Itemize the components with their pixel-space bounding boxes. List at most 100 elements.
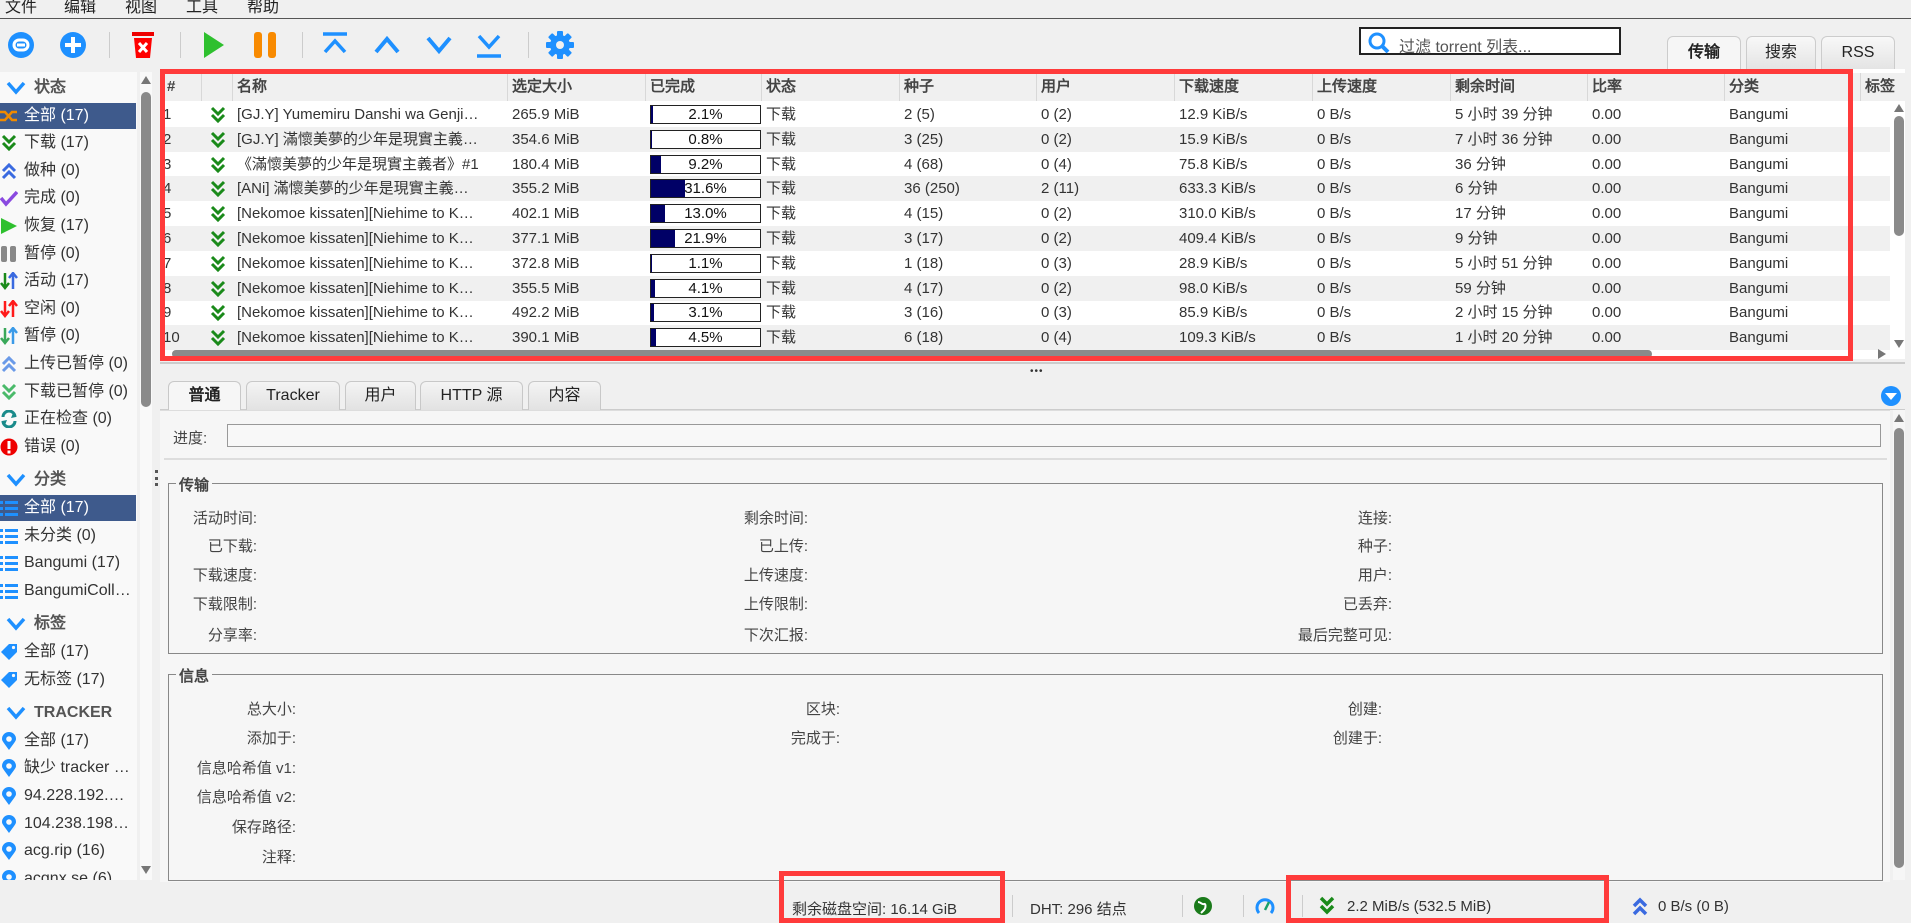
col-size-header[interactable]: 选定大小 xyxy=(508,73,646,101)
col-tags-header[interactable]: 标签 xyxy=(1861,73,1905,101)
sidebar-status-item-5[interactable]: 暂停 (0) xyxy=(0,241,136,267)
col-ratio-cell: 0.00 xyxy=(1592,130,1622,148)
settings-icon[interactable] xyxy=(545,30,575,60)
col-number-header[interactable]: # xyxy=(163,73,202,101)
move-up-icon[interactable] xyxy=(372,30,402,60)
sidebar-tag-item-1[interactable]: 无标签 (17) xyxy=(0,667,136,693)
add-link-icon[interactable] xyxy=(6,30,36,60)
sidebar-status-item-7[interactable]: 空闲 (0) xyxy=(0,296,136,322)
scroll-down-icon[interactable] xyxy=(1894,340,1904,348)
table-row[interactable]: 4 [ANi] 滿懷美夢的少年是現實主義… 355.2 MiB 31.6% 下载 36 (… xyxy=(160,176,1890,202)
sidebar-tracker-item-2[interactable]: 94.228.192.… xyxy=(0,783,136,809)
menu-file[interactable]: 文件 xyxy=(5,0,37,16)
sidebar-tracker-item-0[interactable]: 全部 (17) xyxy=(0,728,136,754)
scroll-right-icon[interactable] xyxy=(1878,349,1886,359)
sidebar-tracker-item-5[interactable]: acgnx.se (6) xyxy=(0,866,136,880)
col-status-header[interactable]: 状态 xyxy=(762,73,900,101)
sidebar-status-item-0[interactable]: 全部 (17) xyxy=(0,102,136,129)
sidebar-tracker-item-4[interactable]: acg.rip (16) xyxy=(0,838,136,864)
sidebar-status-item-1[interactable]: 下载 (17) xyxy=(0,130,136,156)
table-row[interactable]: 6 [Nekomoe kissaten][Niehime to K… 377.1 M… xyxy=(160,226,1890,251)
sidebar-status-item-10[interactable]: 下载已暂停 (0) xyxy=(0,379,136,405)
pause-icon[interactable] xyxy=(250,30,280,60)
table-row[interactable]: 9 [Nekomoe kissaten][Niehime to K… 492.2 M… xyxy=(160,300,1890,325)
sidebar-scroll-thumb[interactable] xyxy=(141,92,151,407)
delete-icon[interactable] xyxy=(128,30,158,60)
sidebar-tracker-item-3[interactable]: 104.238.198… xyxy=(0,811,136,837)
tab-content[interactable]: 内容 xyxy=(528,381,601,410)
table-row[interactable]: 7 [Nekomoe kissaten][Niehime to K… 372.8 M… xyxy=(160,251,1890,276)
tab-transfers[interactable]: 传输 xyxy=(1667,36,1741,69)
table-row[interactable]: 8 [Nekomoe kissaten][Niehime to K… 355.5 M… xyxy=(160,275,1890,301)
col-peers-header[interactable]: 用户 xyxy=(1037,73,1175,101)
speed-limit-icon[interactable] xyxy=(1255,896,1275,916)
sidebar-status-item-8[interactable]: 暂停 (0) xyxy=(0,323,136,349)
table-row[interactable]: 10 [Nekomoe kissaten][Niehime to K… 390.1 … xyxy=(160,325,1890,351)
move-down-icon[interactable] xyxy=(424,30,454,60)
scroll-up-icon[interactable] xyxy=(1894,414,1904,422)
sidebar-category-item-1[interactable]: 未分类 (0) xyxy=(0,523,136,549)
move-bottom-icon[interactable] xyxy=(474,30,504,60)
move-top-icon[interactable] xyxy=(320,30,350,60)
all-icon xyxy=(0,110,17,121)
col-ratio-header[interactable]: 比率 xyxy=(1588,73,1725,101)
col-name-header[interactable]: 名称 xyxy=(233,73,508,101)
sidebar-status-item-3[interactable]: 完成 (0) xyxy=(0,185,136,211)
sidebar-tag-item-0[interactable]: 全部 (17) xyxy=(0,639,136,665)
detail-scroll-thumb[interactable] xyxy=(1894,428,1904,868)
sidebar-category-item-2[interactable]: Bangumi (17) xyxy=(0,550,136,576)
tab-http-sources[interactable]: HTTP 源 xyxy=(420,381,523,410)
menu-edit[interactable]: 编辑 xyxy=(64,0,96,16)
status-section-header[interactable]: 状态 xyxy=(0,75,136,101)
col-download-speed-header[interactable]: 下载速度 xyxy=(1175,73,1313,101)
col-size-cell: 265.9 MiB xyxy=(512,106,580,123)
tag-section-header[interactable]: 标签 xyxy=(0,611,136,637)
col-icon-header[interactable] xyxy=(202,73,233,101)
tab-trackers[interactable]: Tracker xyxy=(246,381,340,410)
add-torrent-icon[interactable] xyxy=(58,30,88,60)
tab-search[interactable]: 搜索 xyxy=(1746,36,1816,69)
connection-status-icon[interactable] xyxy=(1193,896,1213,916)
col-progress-header[interactable]: 已完成 xyxy=(646,73,762,101)
scroll-down-icon[interactable] xyxy=(141,866,151,874)
table-scroll-thumb[interactable] xyxy=(1894,116,1904,236)
menu-tools[interactable]: 工具 xyxy=(186,0,218,16)
col-upload-speed-header[interactable]: 上传速度 xyxy=(1313,73,1451,101)
detail-scrollbar[interactable] xyxy=(1893,410,1905,880)
sidebar-status-item-2[interactable]: 做种 (0) xyxy=(0,158,136,184)
sidebar-tracker-item-1[interactable]: 缺少 tracker … xyxy=(0,755,136,781)
tab-peers[interactable]: 用户 xyxy=(345,381,416,410)
progress-bar: 4.1% xyxy=(650,278,761,298)
menu-view[interactable]: 视图 xyxy=(125,0,157,16)
table-row[interactable]: 3 《滿懷美夢的少年是現實主義者》#1 180.4 MiB 9.2% 下载 4 (68) 0… xyxy=(160,152,1890,177)
table-row[interactable]: 2 [GJ.Y] 滿懷美夢的少年是現實主義… 354.6 MiB 0.8% 下载 3 (2… xyxy=(160,126,1890,152)
sidebar-splitter-handle[interactable] xyxy=(155,470,158,486)
sidebar-status-item-11[interactable]: 正在检查 (0) xyxy=(0,406,136,432)
col-seeds-header[interactable]: 种子 xyxy=(900,73,1037,101)
tab-rss[interactable]: RSS xyxy=(1821,36,1895,69)
sidebar-status-item-label: 活动 (17) xyxy=(24,272,89,290)
tab-general[interactable]: 普通 xyxy=(168,381,241,410)
sidebar-status-item-6[interactable]: 活动 (17) xyxy=(0,268,136,294)
sidebar-status-item-9[interactable]: 上传已暂停 (0) xyxy=(0,351,136,377)
tracker-section-header[interactable]: TRACKER xyxy=(0,700,136,726)
menu-help[interactable]: 帮助 xyxy=(247,0,279,16)
col-eta-header[interactable]: 剩余时间 xyxy=(1451,73,1588,101)
resume-icon[interactable] xyxy=(198,30,228,60)
col-category-header[interactable]: 分类 xyxy=(1725,73,1861,101)
scroll-up-icon[interactable] xyxy=(141,76,151,84)
table-scrollbar[interactable] xyxy=(1893,102,1905,352)
category-section-header[interactable]: 分类 xyxy=(0,467,136,493)
sidebar-status-item-4[interactable]: 恢复 (17) xyxy=(0,213,136,239)
filter-search-input[interactable]: 过滤 torrent 列表... xyxy=(1359,27,1621,56)
sidebar-scrollbar[interactable] xyxy=(140,72,152,880)
table-row[interactable]: 1 [GJ.Y] Yumemiru Danshi wa Genji… 265.9 M… xyxy=(160,102,1890,127)
table-hscroll-thumb[interactable] xyxy=(172,350,1652,358)
collapse-panel-icon[interactable] xyxy=(1880,385,1902,407)
sidebar-status-item-12[interactable]: 错误 (0) xyxy=(0,434,136,460)
sidebar-category-item-3[interactable]: BangumiColl… xyxy=(0,578,136,604)
table-row[interactable]: 5 [Nekomoe kissaten][Niehime to K… 402.1 M… xyxy=(160,201,1890,226)
scroll-up-icon[interactable] xyxy=(1894,104,1904,112)
sidebar-category-item-0[interactable]: 全部 (17) xyxy=(0,495,136,521)
pane-splitter[interactable] xyxy=(160,362,1905,364)
